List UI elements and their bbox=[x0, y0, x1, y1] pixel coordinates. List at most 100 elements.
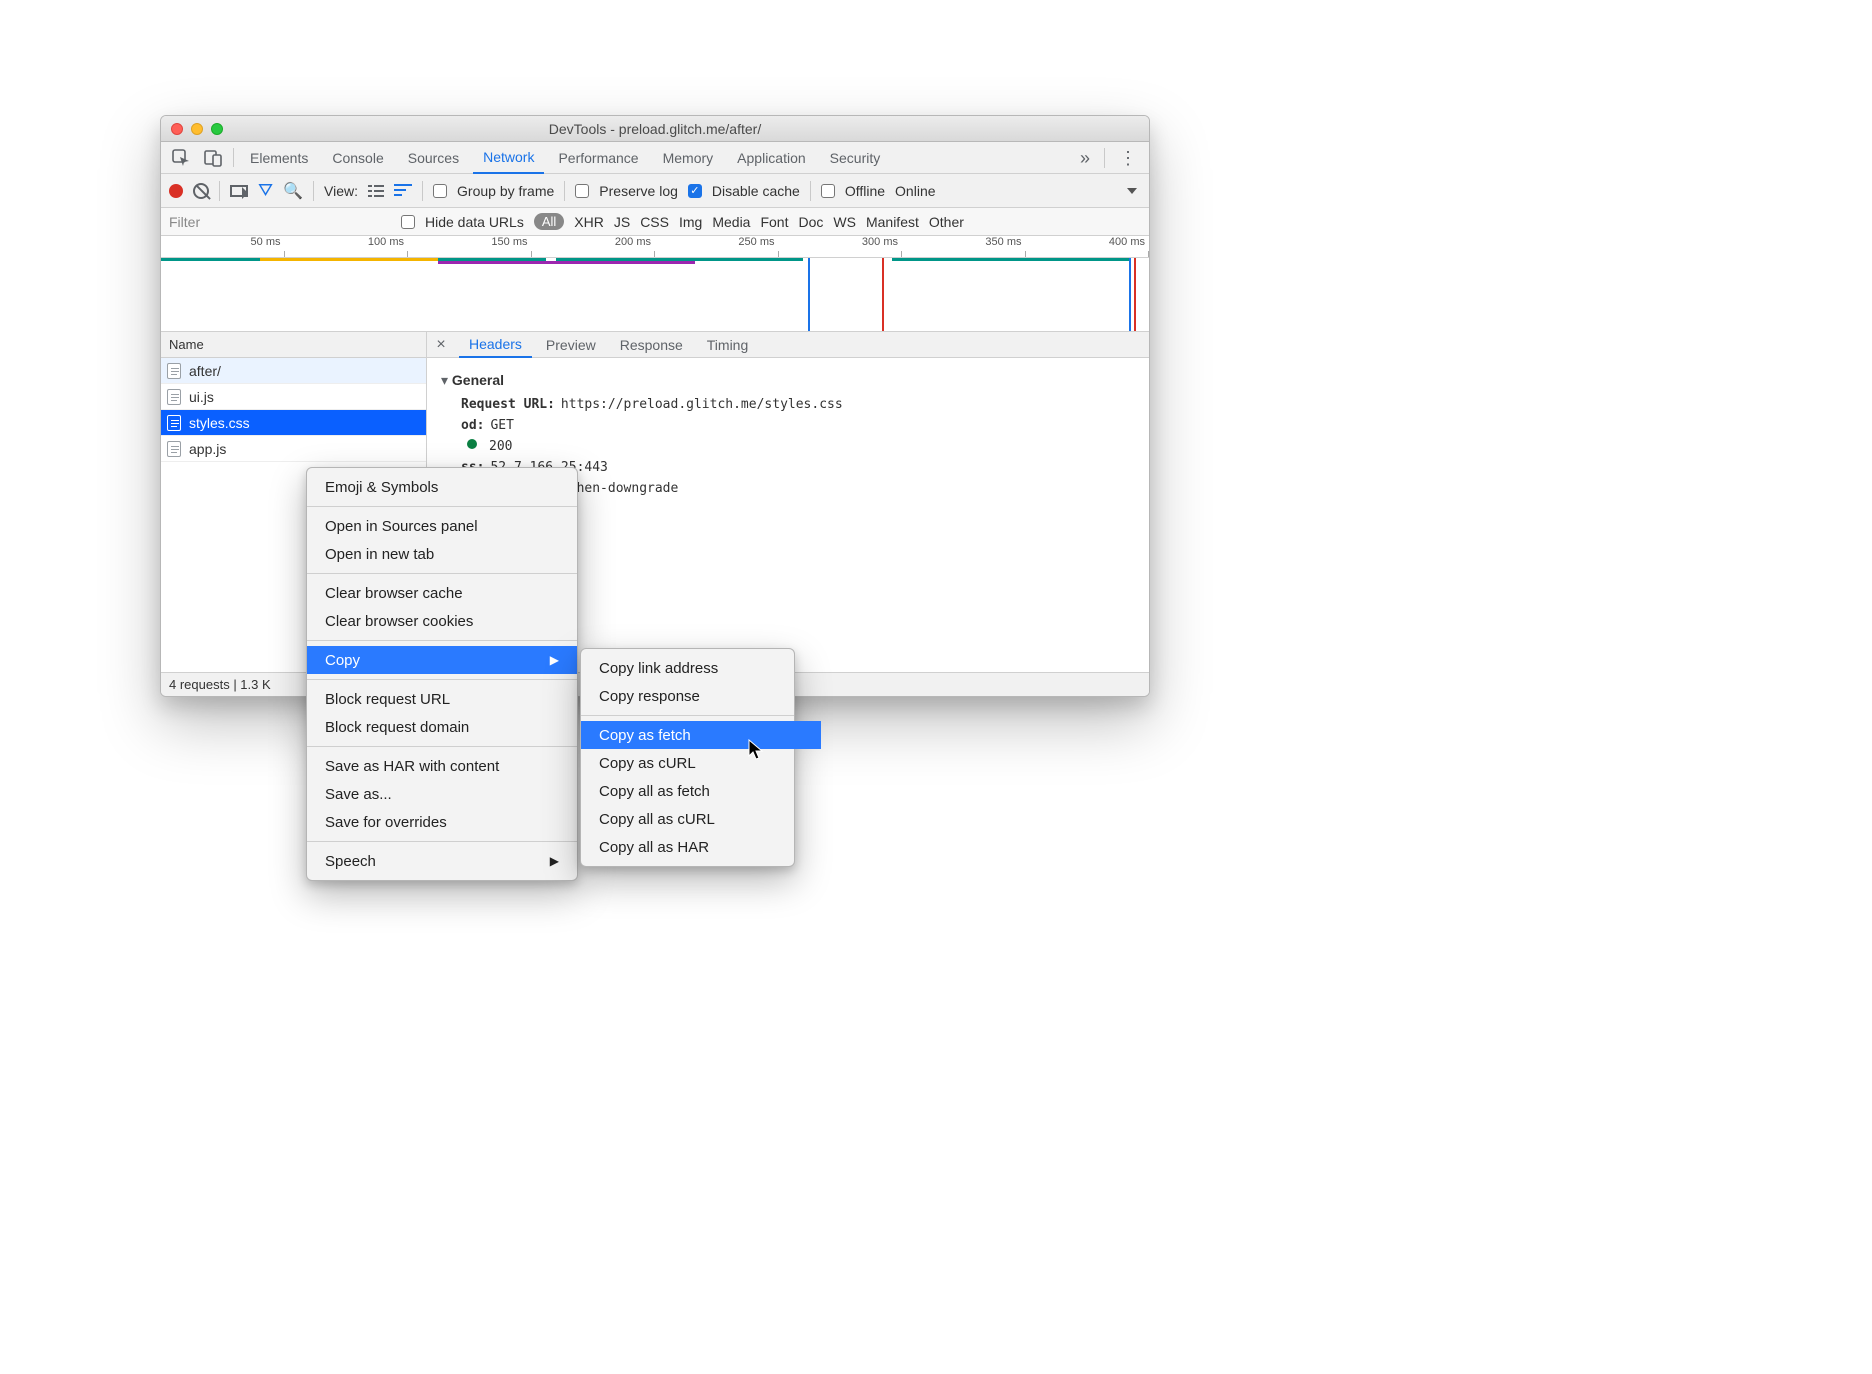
menu-item[interactable]: Clear browser cookies bbox=[307, 607, 577, 635]
filter-input[interactable] bbox=[161, 208, 391, 235]
menu-item-speech[interactable]: Speech▶ bbox=[307, 847, 577, 875]
view-label: View: bbox=[324, 183, 358, 199]
throttle-dropdown-icon[interactable] bbox=[1127, 188, 1137, 194]
menu-item[interactable]: Emoji & Symbols bbox=[307, 473, 577, 501]
kebab-menu-icon[interactable]: ⋮ bbox=[1113, 149, 1143, 167]
timeline-ruler[interactable]: 50 ms 100 ms 150 ms 200 ms 250 ms 300 ms… bbox=[161, 236, 1149, 258]
window-controls bbox=[171, 123, 223, 135]
filter-css[interactable]: CSS bbox=[640, 214, 669, 230]
tab-sources[interactable]: Sources bbox=[398, 142, 469, 173]
request-name: styles.css bbox=[189, 415, 250, 431]
inspect-element-icon[interactable] bbox=[167, 142, 195, 173]
filter-other[interactable]: Other bbox=[929, 214, 964, 230]
submenu-item[interactable]: Copy all as cURL bbox=[581, 805, 821, 833]
filter-ws[interactable]: WS bbox=[833, 214, 856, 230]
search-icon[interactable]: 🔍 bbox=[283, 181, 303, 201]
tab-memory[interactable]: Memory bbox=[653, 142, 724, 173]
screenshot-icon[interactable] bbox=[230, 185, 248, 197]
device-toolbar-icon[interactable] bbox=[199, 142, 227, 173]
large-rows-icon[interactable] bbox=[368, 185, 384, 197]
overview-bar bbox=[892, 258, 1129, 261]
hide-data-urls-checkbox[interactable] bbox=[401, 215, 415, 229]
hide-data-urls-label: Hide data URLs bbox=[425, 214, 524, 230]
submenu-item[interactable]: Copy all as HAR bbox=[581, 833, 821, 861]
waterfall-view-icon[interactable] bbox=[394, 184, 412, 198]
filter-media[interactable]: Media bbox=[712, 214, 750, 230]
tab-security[interactable]: Security bbox=[820, 142, 891, 173]
zoom-window-icon[interactable] bbox=[211, 123, 223, 135]
detail-tab-preview[interactable]: Preview bbox=[536, 332, 606, 357]
submenu-item[interactable]: Copy link address bbox=[581, 654, 821, 682]
filter-img[interactable]: Img bbox=[679, 214, 702, 230]
tick-label: 50 ms bbox=[251, 236, 281, 248]
online-label[interactable]: Online bbox=[895, 183, 935, 199]
filter-doc[interactable]: Doc bbox=[798, 214, 823, 230]
request-row[interactable]: after/ bbox=[161, 358, 426, 384]
menu-item[interactable]: Block request URL bbox=[307, 685, 577, 713]
menu-item[interactable]: Save as HAR with content bbox=[307, 752, 577, 780]
menu-item-copy[interactable]: Copy▶ bbox=[307, 646, 577, 674]
general-section-header[interactable]: General bbox=[441, 372, 1135, 389]
tick-label: 300 ms bbox=[862, 236, 898, 248]
column-header-name[interactable]: Name bbox=[161, 332, 426, 358]
marker-line bbox=[1134, 258, 1136, 331]
clear-icon[interactable] bbox=[193, 183, 209, 199]
record-icon[interactable] bbox=[169, 184, 183, 198]
menu-item[interactable]: Save for overrides bbox=[307, 808, 577, 836]
request-row[interactable]: ui.js bbox=[161, 384, 426, 410]
detail-tab-headers[interactable]: Headers bbox=[459, 332, 532, 358]
context-menu: Emoji & Symbols Open in Sources panel Op… bbox=[306, 467, 578, 881]
timeline-overview[interactable] bbox=[161, 258, 1149, 332]
menu-item[interactable]: Open in new tab bbox=[307, 540, 577, 568]
tab-network[interactable]: Network bbox=[473, 142, 544, 174]
filter-bar: Hide data URLs All XHR JS CSS Img Media … bbox=[161, 208, 1149, 236]
overview-bar bbox=[556, 258, 803, 261]
request-url-value: https://preload.glitch.me/styles.css bbox=[561, 397, 843, 412]
tabs-overflow-icon[interactable]: » bbox=[1074, 149, 1096, 167]
request-url-label: Request URL: bbox=[461, 397, 555, 412]
overview-bar bbox=[438, 261, 695, 264]
tick-label: 150 ms bbox=[491, 236, 527, 248]
disable-cache-label: Disable cache bbox=[712, 183, 800, 199]
menu-item[interactable]: Open in Sources panel bbox=[307, 512, 577, 540]
tick-label: 250 ms bbox=[738, 236, 774, 248]
tab-console[interactable]: Console bbox=[322, 142, 393, 173]
filter-xhr[interactable]: XHR bbox=[574, 214, 604, 230]
close-window-icon[interactable] bbox=[171, 123, 183, 135]
request-row-selected[interactable]: styles.css bbox=[161, 410, 426, 436]
minimize-window-icon[interactable] bbox=[191, 123, 203, 135]
disable-cache-checkbox[interactable]: ✓ bbox=[688, 184, 702, 198]
group-by-frame-checkbox[interactable] bbox=[433, 184, 447, 198]
overview-bar bbox=[161, 258, 260, 261]
offline-checkbox[interactable] bbox=[821, 184, 835, 198]
method-value: GET bbox=[490, 418, 513, 433]
tab-application[interactable]: Application bbox=[727, 142, 816, 173]
menu-item[interactable]: Save as... bbox=[307, 780, 577, 808]
submenu-item[interactable]: Copy as cURL bbox=[581, 749, 821, 777]
menu-item[interactable]: Block request domain bbox=[307, 713, 577, 741]
preserve-log-checkbox[interactable] bbox=[575, 184, 589, 198]
request-row[interactable]: app.js bbox=[161, 436, 426, 462]
detail-tab-response[interactable]: Response bbox=[610, 332, 693, 357]
filter-font[interactable]: Font bbox=[760, 214, 788, 230]
filter-js[interactable]: JS bbox=[614, 214, 630, 230]
tab-elements[interactable]: Elements bbox=[240, 142, 318, 173]
panel-tabbar: Elements Console Sources Network Perform… bbox=[161, 142, 1149, 174]
filter-all[interactable]: All bbox=[534, 213, 564, 230]
document-icon bbox=[167, 415, 181, 431]
close-detail-icon[interactable]: × bbox=[427, 332, 455, 357]
tick-label: 100 ms bbox=[368, 236, 404, 248]
offline-label: Offline bbox=[845, 183, 885, 199]
submenu-item[interactable]: Copy response bbox=[581, 682, 821, 710]
tab-performance[interactable]: Performance bbox=[548, 142, 648, 173]
status-code-value: 200 bbox=[489, 439, 512, 454]
detail-tab-timing[interactable]: Timing bbox=[697, 332, 759, 357]
submenu-item[interactable]: Copy all as fetch bbox=[581, 777, 821, 805]
menu-item[interactable]: Clear browser cache bbox=[307, 579, 577, 607]
document-icon bbox=[167, 441, 181, 457]
filter-manifest[interactable]: Manifest bbox=[866, 214, 919, 230]
submenu-item-copy-as-fetch[interactable]: Copy as fetch bbox=[581, 721, 821, 749]
document-icon bbox=[167, 389, 181, 405]
network-settings-toolbar: ⛛ 🔍 View: Group by frame Preserve log ✓ … bbox=[161, 174, 1149, 208]
filter-icon[interactable]: ⛛ bbox=[258, 180, 273, 201]
